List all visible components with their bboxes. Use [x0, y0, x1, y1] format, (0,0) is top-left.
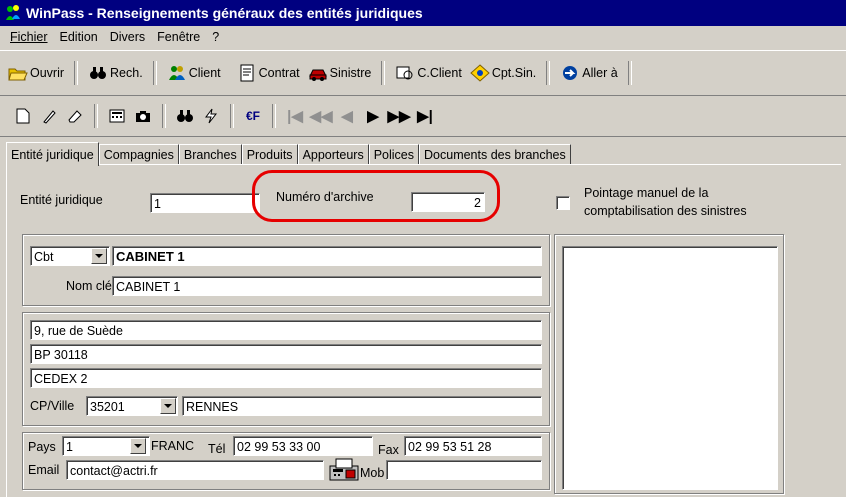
tab-branches[interactable]: Branches: [178, 144, 242, 165]
email-input[interactable]: contact@actri.fr: [66, 460, 324, 480]
tab-entite-juridique[interactable]: Entité juridique: [6, 142, 99, 166]
contract-document-icon: [240, 64, 254, 82]
key-label: Nom clé: [66, 279, 112, 293]
separator: [230, 104, 234, 128]
address-line-3[interactable]: CEDEX 2: [30, 368, 542, 388]
type-dropdown-icon[interactable]: [91, 248, 107, 264]
phone-input[interactable]: 02 99 53 33 00: [233, 436, 373, 456]
open-button[interactable]: Ouvrir: [4, 61, 68, 85]
tab-apporteurs[interactable]: Apporteurs: [297, 144, 369, 165]
client-button[interactable]: Client: [163, 61, 225, 85]
tab-polices[interactable]: Polices: [368, 144, 420, 165]
menu-help[interactable]: ?: [206, 30, 225, 44]
right-listbox[interactable]: [562, 246, 778, 490]
country-label: Pays: [28, 440, 56, 454]
eraser-icon[interactable]: [62, 105, 88, 127]
menu-bar: Fichier Edition Divers Fenêtre ?: [0, 26, 846, 48]
menu-divers[interactable]: Divers: [104, 30, 151, 44]
separator: [381, 61, 386, 85]
archive-highlight-circle: [252, 170, 500, 222]
goto-arrow-icon: [563, 66, 578, 80]
title-bar: WinPass - Renseignements généraux des en…: [0, 0, 846, 26]
cp-city-label: CP/Ville: [30, 399, 75, 413]
lightning-icon[interactable]: [198, 105, 224, 127]
fax-machine-icon[interactable]: [328, 456, 360, 484]
claim-account-icon: [470, 64, 490, 82]
search-button[interactable]: Rech.: [84, 61, 147, 85]
claim-account-button[interactable]: Cpt.Sin.: [466, 61, 540, 85]
separator: [162, 104, 166, 128]
previous-icon[interactable]: ◀: [334, 105, 360, 127]
binoculars-icon[interactable]: [172, 105, 198, 127]
address-line-2[interactable]: BP 30118: [30, 344, 542, 364]
client-account-icon: [396, 66, 413, 80]
binoculars-icon: [90, 67, 107, 79]
new-document-icon[interactable]: [10, 105, 36, 127]
key-name-input[interactable]: CABINET 1: [112, 276, 542, 296]
edit-pencil-icon[interactable]: [36, 105, 62, 127]
manual-pointing-checkbox[interactable]: [556, 196, 570, 210]
tab-documents-branches[interactable]: Documents des branches: [419, 144, 571, 165]
postal-dropdown-icon[interactable]: [160, 398, 176, 414]
crashed-car-icon: [308, 69, 327, 81]
mobile-input[interactable]: [386, 460, 542, 480]
main-toolbar: Ouvrir Rech. Client Contrat Sinistre C.C…: [0, 50, 846, 96]
app-window: WinPass - Renseignements généraux des en…: [0, 0, 846, 497]
separator: [94, 104, 98, 128]
mob-label: Mob: [360, 466, 385, 480]
calculator-icon[interactable]: [104, 105, 130, 127]
fax-input[interactable]: 02 99 53 51 28: [404, 436, 542, 456]
country-name: FRANC: [151, 439, 195, 453]
tab-compagnies[interactable]: Compagnies: [98, 144, 179, 165]
fast-forward-icon[interactable]: ▶▶: [386, 105, 412, 127]
country-dropdown-icon[interactable]: [130, 438, 146, 454]
entity-label: Entité juridique: [20, 193, 103, 207]
open-folder-icon: [8, 68, 28, 81]
separator: [272, 104, 276, 128]
winpass-people-icon: [6, 5, 20, 20]
manual-pointing-label-2: comptabilisation des sinistres: [584, 204, 747, 218]
manual-pointing-label-1: Pointage manuel de la: [584, 186, 709, 200]
window-title: WinPass - Renseignements généraux des en…: [26, 5, 423, 21]
claim-button[interactable]: Sinistre: [304, 61, 376, 85]
tab-produits[interactable]: Produits: [241, 144, 298, 165]
camera-icon[interactable]: [130, 105, 156, 127]
client-account-button[interactable]: C.Client: [391, 61, 465, 85]
rewind-icon[interactable]: ◀◀: [308, 105, 334, 127]
fax-label: Fax: [378, 443, 399, 457]
company-name-input[interactable]: CABINET 1: [112, 246, 542, 266]
separator: [74, 61, 79, 85]
menu-fenetre[interactable]: Fenêtre: [151, 30, 206, 44]
separator: [152, 61, 157, 85]
email-label: Email: [28, 463, 60, 477]
address-line-1[interactable]: 9, rue de Suède: [30, 320, 542, 340]
menu-fichier[interactable]: Fichier: [0, 30, 54, 44]
city-input[interactable]: RENNES: [182, 396, 542, 416]
record-toolbar: €F |◀ ◀◀ ◀ ▶ ▶▶ ▶|: [0, 96, 846, 137]
euro-franc-icon[interactable]: €F: [240, 105, 266, 127]
client-people-icon: [168, 66, 185, 80]
next-icon[interactable]: ▶: [360, 105, 386, 127]
separator: [546, 61, 551, 85]
contract-button[interactable]: Contrat: [233, 61, 304, 85]
menu-edition[interactable]: Edition: [54, 30, 104, 44]
entity-input[interactable]: 1: [150, 193, 260, 213]
tel-label: Tél: [208, 442, 226, 456]
last-record-icon[interactable]: ▶|: [412, 105, 438, 127]
goto-button[interactable]: Aller à: [556, 61, 621, 85]
first-record-icon[interactable]: |◀: [282, 105, 308, 127]
separator: [627, 61, 632, 85]
tab-strip: Entité juridique Compagnies Branches Pro…: [6, 142, 571, 166]
